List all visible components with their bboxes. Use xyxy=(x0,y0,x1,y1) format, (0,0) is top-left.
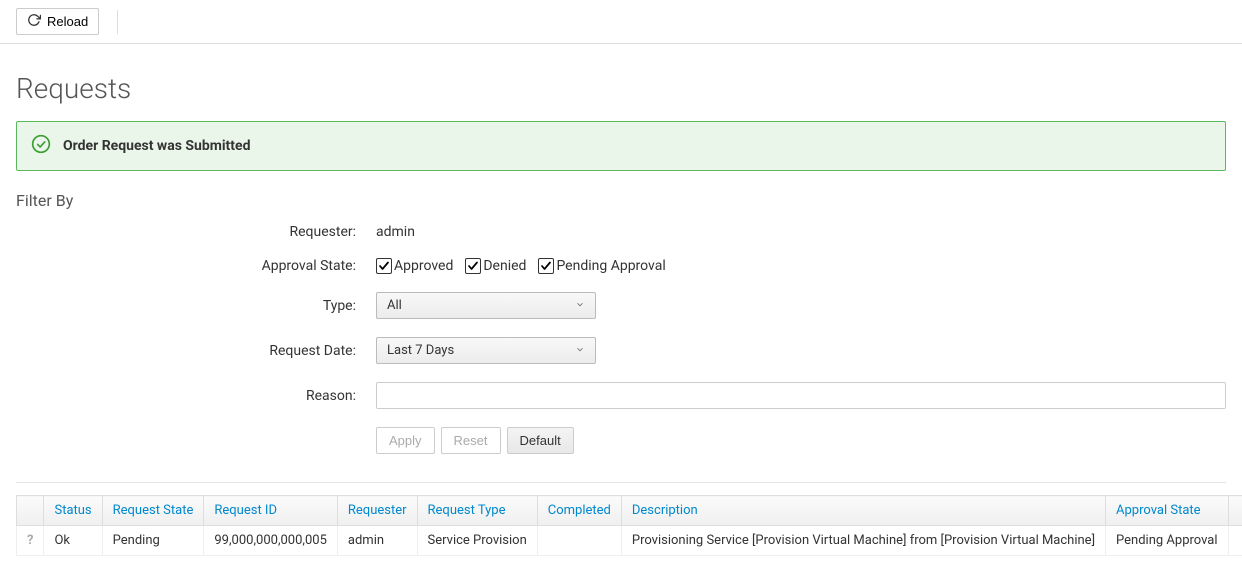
default-button[interactable]: Default xyxy=(507,427,574,454)
cell-completed xyxy=(537,526,621,556)
toolbar: Reload xyxy=(0,0,1242,44)
cell-request-type: Service Provision xyxy=(417,526,537,556)
type-select-value: All xyxy=(387,298,402,313)
col-request-id[interactable]: Request ID xyxy=(204,496,338,526)
apply-button[interactable]: Apply xyxy=(376,427,435,454)
col-request-state[interactable]: Request State xyxy=(102,496,204,526)
col-description[interactable]: Description xyxy=(621,496,1105,526)
chevron-down-icon xyxy=(575,343,585,358)
col-completed[interactable]: Completed xyxy=(537,496,621,526)
checkbox-pending[interactable] xyxy=(538,258,554,274)
cell-requester: admin xyxy=(337,526,417,556)
col-approval-state[interactable]: Approval State xyxy=(1106,496,1229,526)
alert-success: Order Request was Submitted xyxy=(16,121,1226,171)
page-title: Requests xyxy=(16,72,1226,105)
reason-input[interactable] xyxy=(376,382,1226,409)
cell-status: Ok xyxy=(44,526,102,556)
toolbar-separator xyxy=(117,10,118,34)
reset-button[interactable]: Reset xyxy=(441,427,501,454)
value-requester: admin xyxy=(376,224,1226,240)
label-request-date: Request Date: xyxy=(16,343,376,359)
col-status[interactable]: Status xyxy=(44,496,102,526)
col-trailing xyxy=(1228,496,1242,526)
divider xyxy=(16,482,1226,483)
filter-form: Requester: admin Approval State: Approve… xyxy=(16,224,1226,454)
checkbox-approved-label: Approved xyxy=(394,258,453,274)
checkbox-approved[interactable] xyxy=(376,258,392,274)
col-request-type[interactable]: Request Type xyxy=(417,496,537,526)
table-row[interactable]: ? Ok Pending 99,000,000,000,005 admin Se… xyxy=(17,526,1242,556)
check-circle-icon xyxy=(31,134,51,158)
col-requester[interactable]: Requester xyxy=(337,496,417,526)
label-type: Type: xyxy=(16,298,376,314)
label-reason: Reason: xyxy=(16,388,376,404)
request-date-select-value: Last 7 Days xyxy=(387,343,454,358)
reload-icon xyxy=(27,13,41,30)
col-icon xyxy=(17,496,44,526)
chevron-down-icon xyxy=(575,298,585,313)
cell-request-state: Pending xyxy=(102,526,204,556)
filter-section-title: Filter By xyxy=(16,191,1226,210)
request-date-select[interactable]: Last 7 Days xyxy=(376,337,596,364)
row-status-icon: ? xyxy=(27,533,33,548)
cell-trailing xyxy=(1228,526,1242,556)
label-approval-state: Approval State: xyxy=(16,258,376,274)
page-body: Requests Order Request was Submitted Fil… xyxy=(0,44,1242,586)
label-requester: Requester: xyxy=(16,224,376,240)
reload-label: Reload xyxy=(47,14,88,29)
checkbox-denied-label: Denied xyxy=(483,258,526,274)
cell-approval-state: Pending Approval xyxy=(1106,526,1229,556)
filter-button-row: Apply Reset Default xyxy=(376,427,1226,454)
reload-button[interactable]: Reload xyxy=(16,8,99,35)
type-select[interactable]: All xyxy=(376,292,596,319)
cell-request-id: 99,000,000,000,005 xyxy=(204,526,338,556)
requests-table: Status Request State Request ID Requeste… xyxy=(16,495,1242,556)
checkbox-denied[interactable] xyxy=(465,258,481,274)
checkbox-pending-label: Pending Approval xyxy=(556,258,665,274)
value-approval-state: Approved Denied Pending Approval xyxy=(376,258,1226,274)
cell-description: Provisioning Service [Provision Virtual … xyxy=(621,526,1105,556)
alert-message: Order Request was Submitted xyxy=(63,138,250,154)
